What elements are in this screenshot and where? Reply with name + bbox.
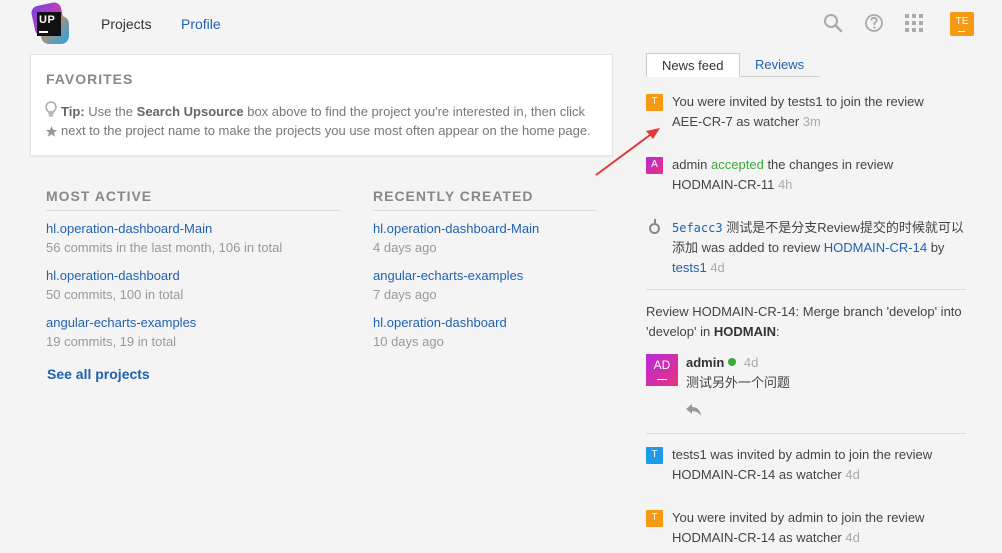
feed-text: HODMAIN-CR-14 as watcher	[672, 467, 842, 482]
commit-message-2: 添加	[672, 240, 699, 255]
upsource-logo[interactable]: UP	[29, 1, 69, 44]
feed-text: tests1 was invited by admin to join the …	[672, 447, 933, 462]
commit-message: 测试是不是分支Review提交的时候就可以	[726, 220, 964, 235]
project-meta: 10 days ago	[373, 334, 444, 349]
project-link[interactable]: hl.operation-dashboard-Main	[373, 220, 597, 238]
feed-divider	[646, 433, 966, 434]
project-meta: 7 days ago	[373, 287, 437, 302]
feed-text: AEE-CR-7 as watcher	[672, 114, 800, 129]
comment-author-avatar[interactable]: AD	[646, 354, 678, 386]
project-meta: 4 days ago	[373, 240, 437, 255]
comment-time: 4d	[743, 355, 759, 370]
help-icon[interactable]	[864, 13, 884, 33]
most-active-section: MOST ACTIVE hl.operation-dashboard-Main …	[46, 188, 341, 352]
project-item: angular-echarts-examples 7 days ago	[373, 267, 597, 305]
user-avatar[interactable]: T	[646, 510, 663, 527]
project-item: hl.operation-dashboard-Main 56 commits i…	[46, 220, 341, 258]
feed-project: HODMAIN	[713, 324, 776, 339]
feed-text: 'develop' in	[646, 324, 711, 339]
feed-time: 4d	[845, 530, 860, 545]
feed-text: by	[930, 240, 945, 255]
commit-icon	[649, 219, 660, 234]
feed-text: Review HODMAIN-CR-14: Merge branch 'deve…	[646, 304, 962, 319]
nav-profile[interactable]: Profile	[181, 16, 221, 32]
tab-reviews[interactable]: Reviews	[740, 53, 820, 77]
tip-search-name: Search Upsource	[136, 104, 244, 119]
project-link[interactable]: hl.operation-dashboard	[46, 267, 341, 285]
user-link[interactable]: tests1	[672, 260, 707, 275]
project-item: angular-echarts-examples 19 commits, 19 …	[46, 314, 341, 352]
project-meta: 50 commits, 100 in total	[46, 287, 184, 302]
project-meta: 19 commits, 19 in total	[46, 334, 177, 349]
project-link[interactable]: hl.operation-dashboard-Main	[46, 220, 341, 238]
feed-item-invite: T You were invited by tests1 to join the…	[646, 92, 966, 132]
annotation-arrow	[595, 128, 660, 176]
user-avatar[interactable]: TE	[950, 12, 974, 36]
favorites-card: FAVORITES Tip: Use the Search Upsource b…	[30, 54, 613, 156]
logo-mark: UP	[37, 12, 61, 36]
project-link[interactable]: hl.operation-dashboard	[373, 314, 597, 332]
project-item: hl.operation-dashboard-Main 4 days ago	[373, 220, 597, 258]
tab-news-feed[interactable]: News feed	[646, 53, 740, 77]
review-link[interactable]: HODMAIN-CR-14	[824, 240, 927, 255]
user-avatar[interactable]: T	[646, 94, 663, 111]
feed-time: 3m	[802, 114, 821, 129]
project-link[interactable]: angular-echarts-examples	[373, 267, 597, 285]
project-item: hl.operation-dashboard 10 days ago	[373, 314, 597, 352]
tip-text-c: box above to find the project you're int…	[247, 104, 586, 119]
recently-created-title: RECENTLY CREATED	[373, 188, 597, 211]
favorites-tip-line1: Tip: Use the Search Upsource box above t…	[61, 104, 585, 119]
feed-user: admin	[672, 157, 708, 172]
feed-time: 4h	[777, 177, 793, 192]
feed-text: was added to review	[701, 240, 821, 255]
logo-text: UP	[39, 14, 56, 26]
feed-divider	[646, 289, 966, 290]
feed-text: HODMAIN-CR-14 as watcher	[672, 530, 842, 545]
feed-text: You were invited by tests1 to join the r…	[672, 94, 924, 109]
project-meta: 56 commits in the last month, 106 in tot…	[46, 240, 283, 255]
feed-time: 4d	[710, 260, 725, 275]
project-item: hl.operation-dashboard 50 commits, 100 i…	[46, 267, 341, 305]
feed-colon: :	[775, 324, 780, 339]
feed-text: You were invited by admin to join the re…	[672, 510, 925, 525]
feed-time: 4d	[845, 467, 860, 482]
lightbulb-icon	[45, 101, 57, 117]
feed-item-commit: 5efacc3 测试是不是分支Review提交的时候就可以 添加 was add…	[646, 218, 966, 278]
nav-projects[interactable]: Projects	[101, 16, 152, 32]
comment-text: 测试另外一个问题	[686, 375, 791, 390]
see-all-projects-link[interactable]: See all projects	[47, 366, 150, 382]
project-link[interactable]: angular-echarts-examples	[46, 314, 341, 332]
recently-created-section: RECENTLY CREATED hl.operation-dashboard-…	[373, 188, 597, 352]
search-icon[interactable]	[823, 13, 843, 33]
feed-item-accepted: A admin accepted the changes in review H…	[646, 155, 966, 195]
commit-hash-link[interactable]: 5efacc3	[672, 221, 723, 235]
most-active-title: MOST ACTIVE	[46, 188, 341, 211]
tip-label: Tip:	[61, 104, 85, 119]
feed-item-invite: T You were invited by admin to join the …	[646, 508, 966, 548]
apps-grid-icon[interactable]	[904, 13, 924, 33]
user-avatar[interactable]: T	[646, 447, 663, 464]
online-status-dot	[728, 358, 737, 366]
favorites-tip-line2: next to the project name to make the pro…	[61, 123, 591, 138]
tip-text-a: Use the	[88, 104, 134, 119]
comment: admin 4d 测试另外一个问题	[686, 353, 966, 393]
reply-icon[interactable]	[685, 403, 703, 417]
feed-item-invite: T tests1 was invited by admin to join th…	[646, 445, 966, 485]
star-icon	[45, 126, 58, 137]
feed-review-id: HODMAIN-CR-11	[672, 177, 775, 192]
feed-item-review-discussion: Review HODMAIN-CR-14: Merge branch 'deve…	[646, 302, 966, 342]
feed-text: the changes in review	[767, 157, 894, 172]
favorites-title: FAVORITES	[46, 71, 134, 87]
feed-action: accepted	[711, 157, 764, 172]
comment-author: admin	[686, 355, 725, 370]
